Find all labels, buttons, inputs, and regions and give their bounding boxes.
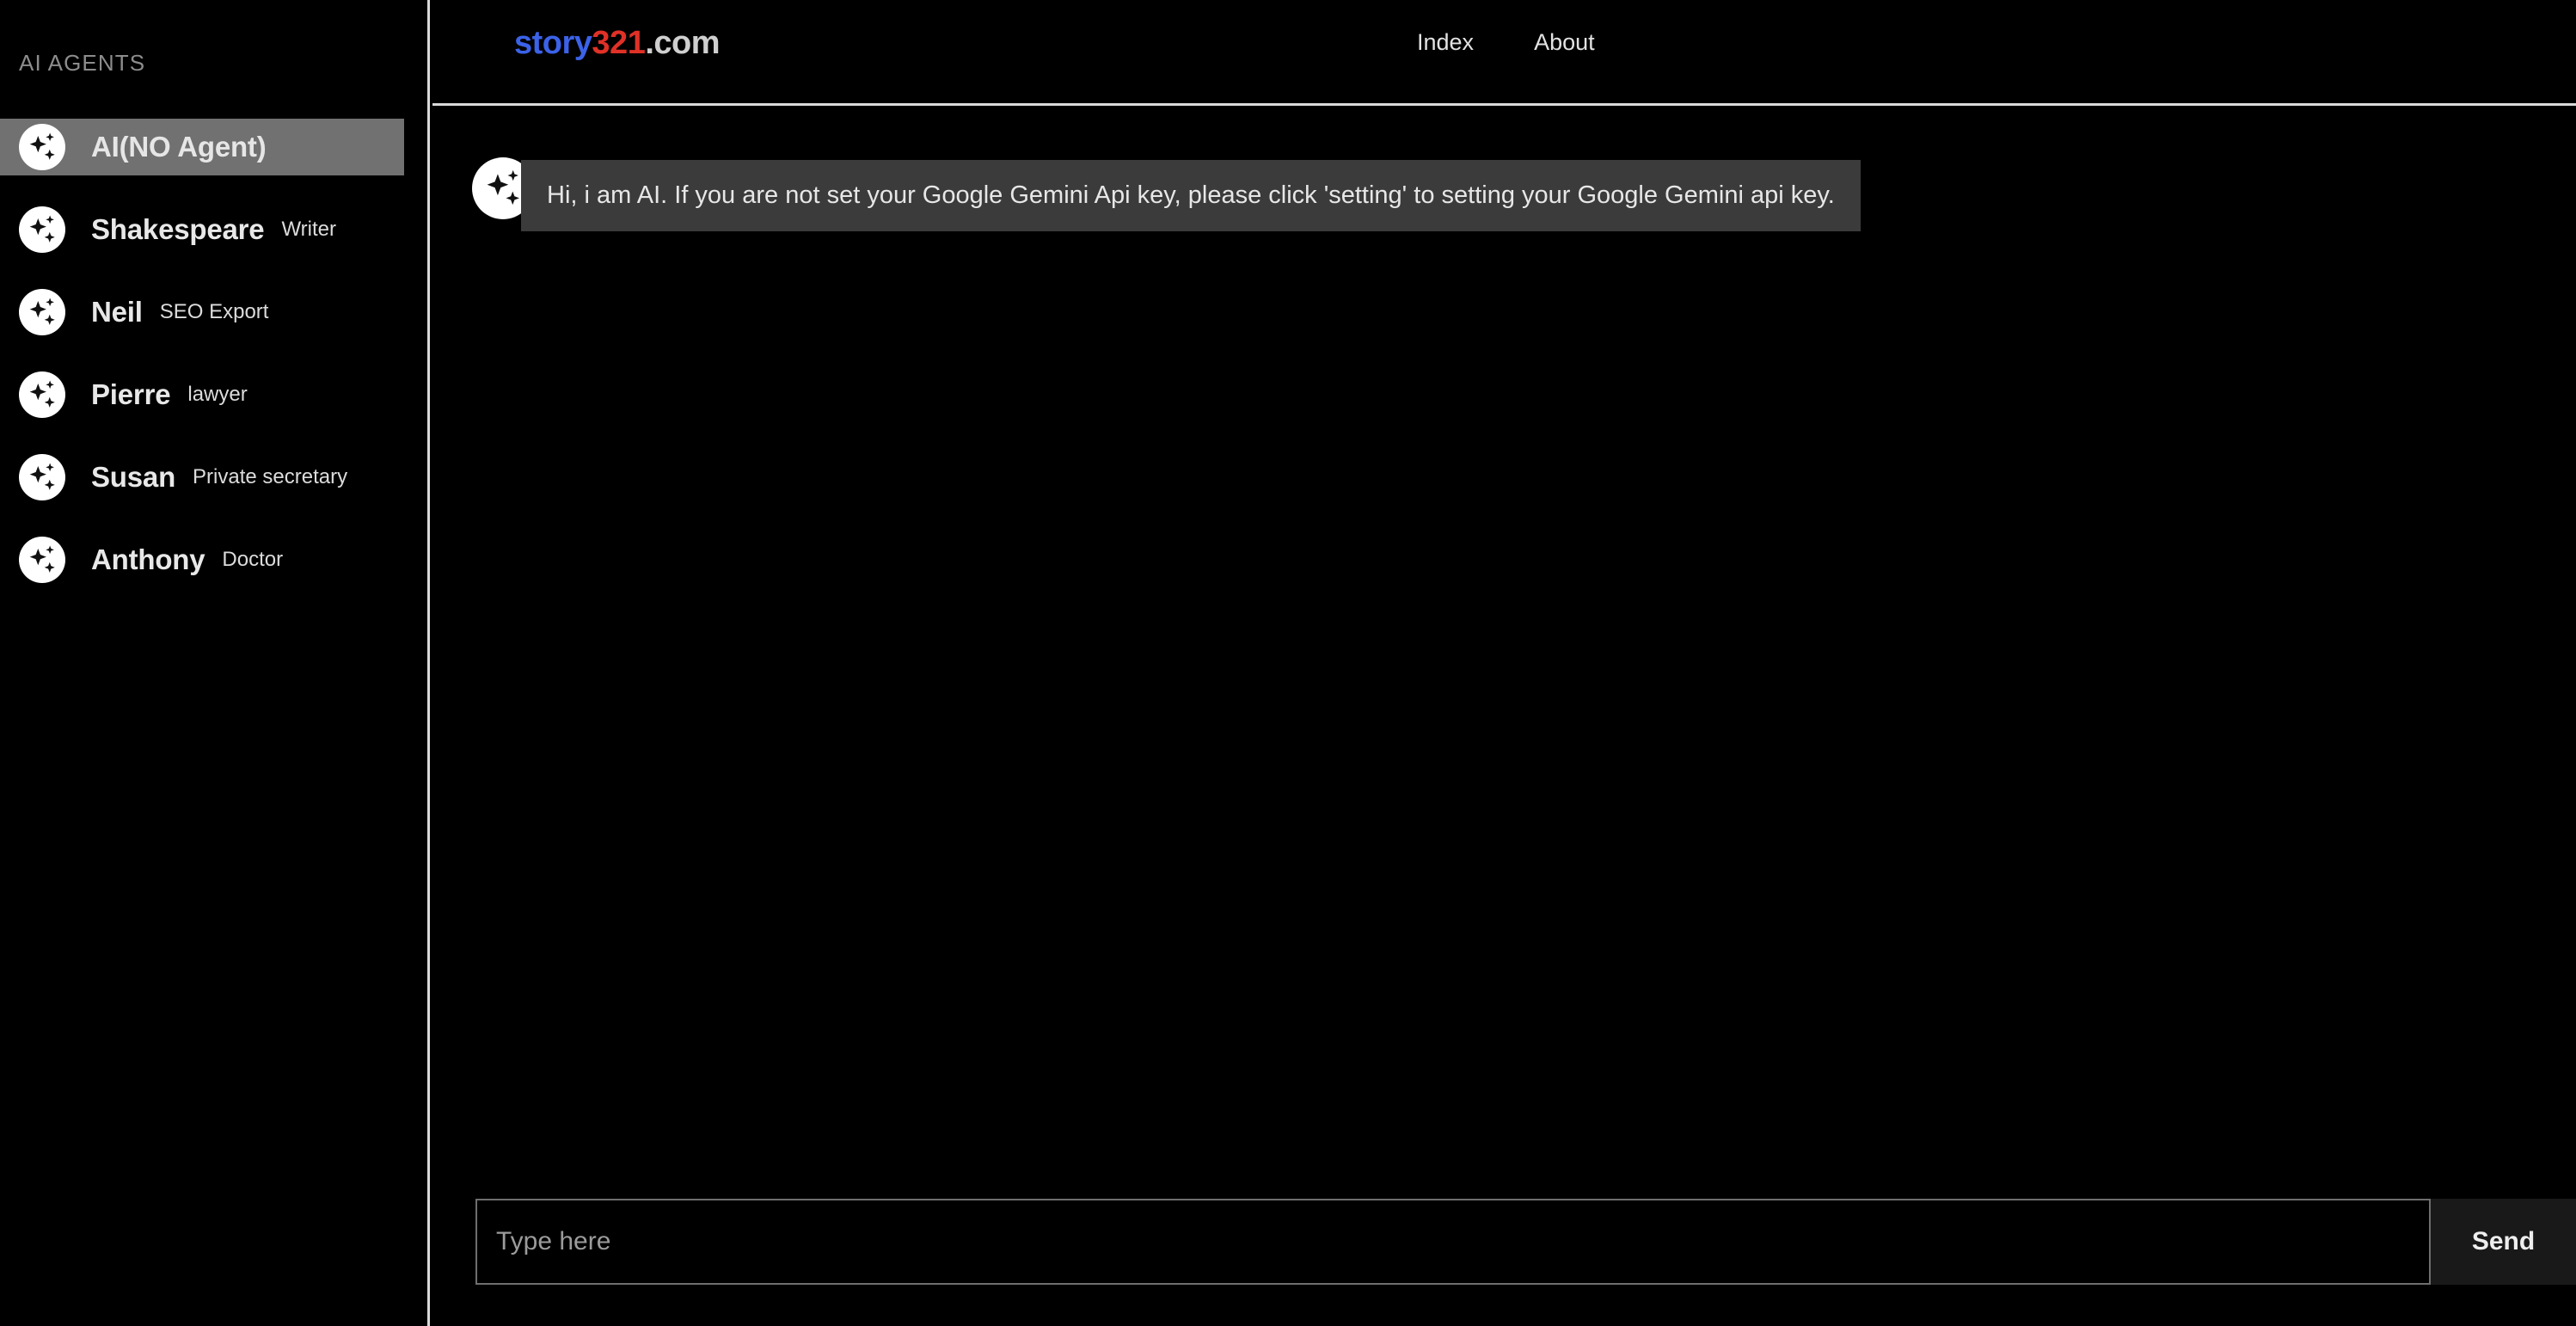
sidebar-heading: AI AGENTS	[19, 50, 145, 77]
sparkles-icon	[19, 206, 65, 253]
sidebar-item-shakespeare[interactable]: Shakespeare Writer	[0, 201, 404, 258]
logo-text-com: .com	[645, 25, 720, 61]
sidebar-item-role: Writer	[281, 218, 336, 242]
chat-message: Hi, i am AI. If you are not set your Goo…	[472, 160, 1861, 231]
agent-list: AI(NO Agent) Shakespeare Writer	[0, 119, 430, 614]
sidebar: AI AGENTS AI(NO Agent)	[0, 0, 430, 1326]
sparkles-icon	[19, 454, 65, 500]
sidebar-item-pierre[interactable]: Pierre lawyer	[0, 366, 404, 423]
logo-text-321: 321	[592, 25, 645, 61]
main-nav: Index About	[1417, 29, 1595, 56]
chat-message-text: Hi, i am AI. If you are not set your Goo…	[521, 160, 1861, 231]
sidebar-item-neil[interactable]: Neil SEO Export	[0, 284, 404, 341]
chat-area: Hi, i am AI. If you are not set your Goo…	[432, 106, 2576, 1326]
sparkles-icon	[19, 371, 65, 418]
sidebar-item-role: Doctor	[222, 548, 283, 572]
sidebar-item-name: AI(NO Agent)	[91, 131, 267, 163]
sidebar-item-name: Anthony	[91, 543, 205, 576]
app-root: AI AGENTS AI(NO Agent)	[0, 0, 2576, 1326]
sparkles-icon	[19, 289, 65, 335]
sidebar-item-role: lawyer	[187, 383, 247, 407]
chat-input-bar: Send	[475, 1199, 2576, 1285]
logo-text-story: story	[514, 25, 592, 61]
sidebar-item-role: SEO Export	[160, 300, 269, 324]
sidebar-item-name: Shakespeare	[91, 213, 264, 246]
site-logo[interactable]: story321.com	[514, 25, 720, 62]
sidebar-item-anthony[interactable]: Anthony Doctor	[0, 531, 404, 588]
nav-link-index[interactable]: Index	[1417, 29, 1474, 56]
sparkles-icon	[19, 124, 65, 170]
chat-input[interactable]	[475, 1199, 2431, 1285]
sidebar-item-name: Pierre	[91, 378, 170, 411]
nav-link-about[interactable]: About	[1534, 29, 1595, 56]
sidebar-item-name: Neil	[91, 296, 143, 328]
sidebar-item-susan[interactable]: Susan Private secretary	[0, 449, 404, 506]
sidebar-item-name: Susan	[91, 461, 175, 494]
sidebar-item-role: Private secretary	[193, 465, 347, 489]
send-button[interactable]: Send	[2431, 1199, 2576, 1285]
sidebar-item-ai-no-agent[interactable]: AI(NO Agent)	[0, 119, 404, 175]
top-header: story321.com Index About Setting English	[432, 0, 2576, 106]
sparkles-icon	[19, 537, 65, 583]
